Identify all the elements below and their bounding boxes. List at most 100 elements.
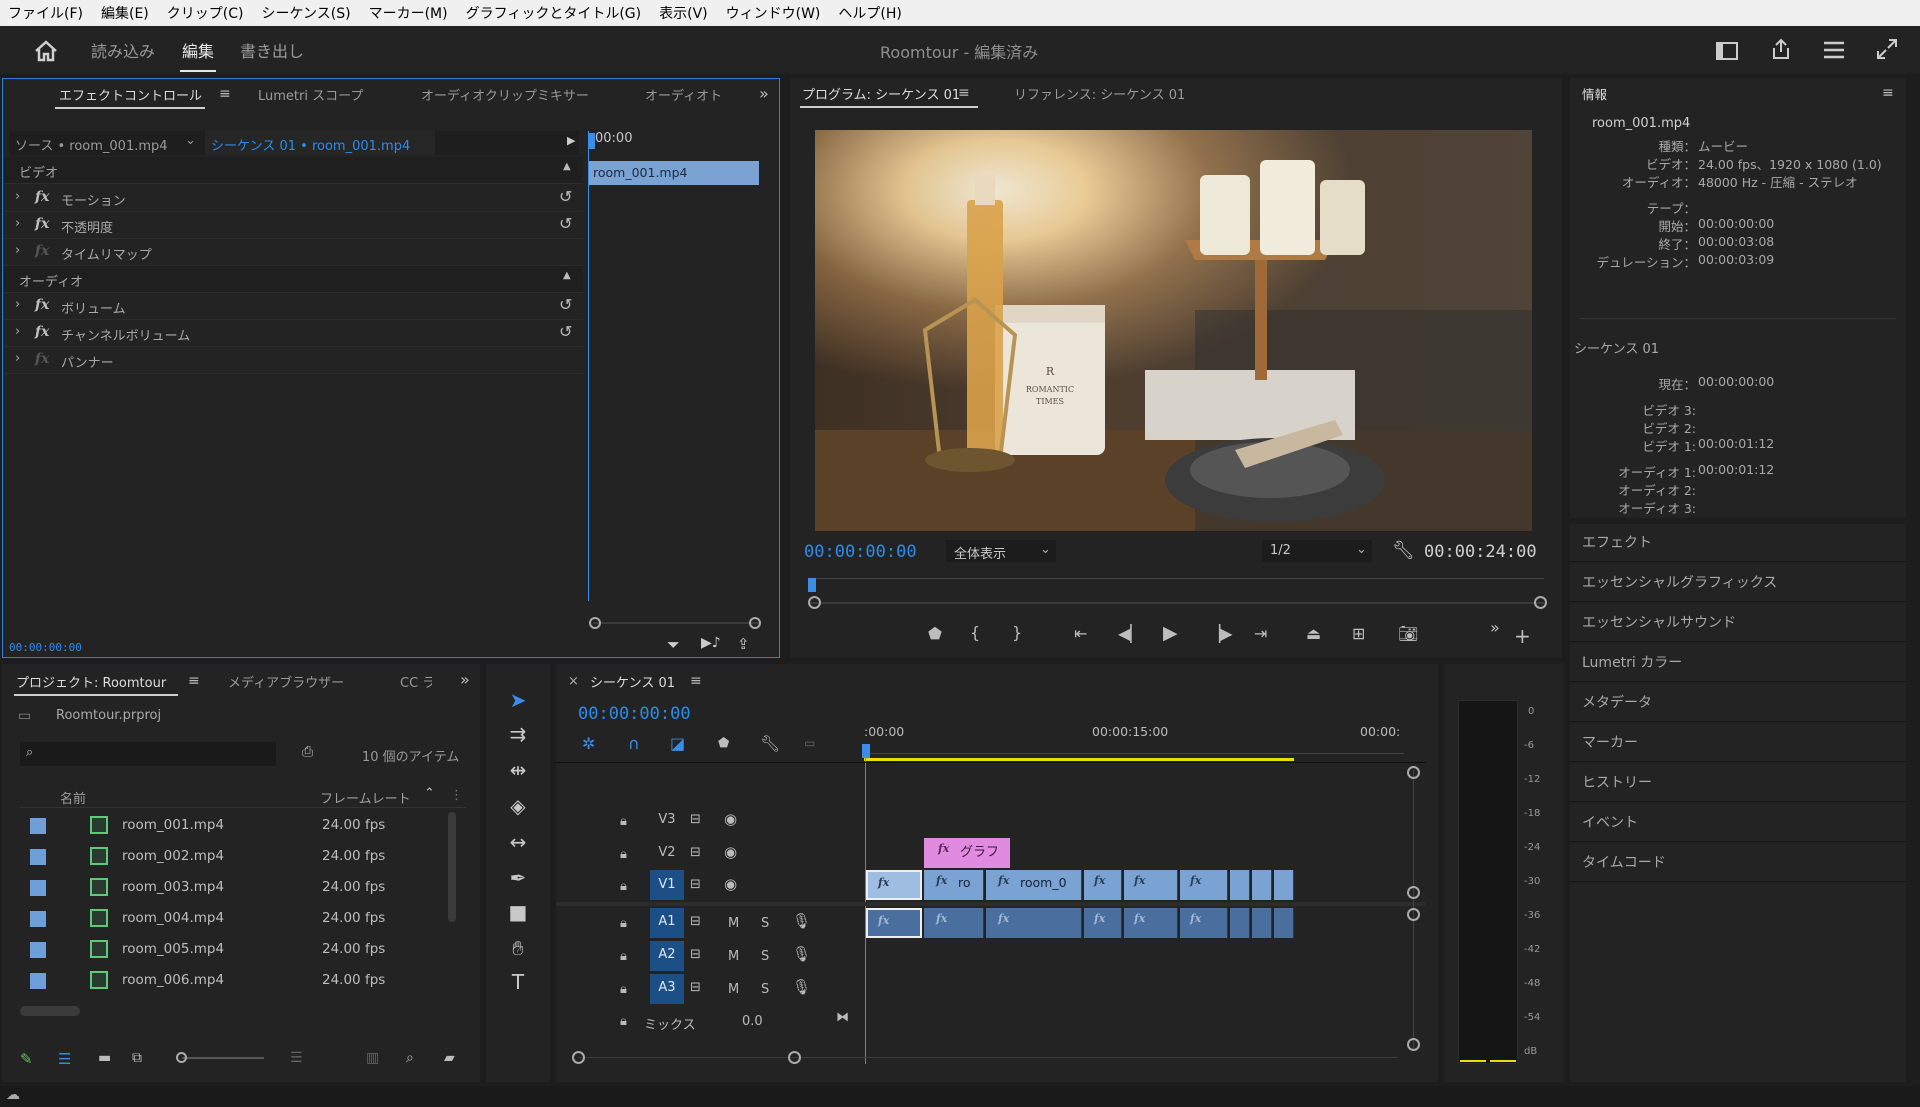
vertical-scrollbar[interactable] <box>448 812 456 922</box>
add-marker-icon[interactable]: ⬟ <box>928 624 942 643</box>
menu-sequence[interactable]: シーケンス(S) <box>261 3 350 23</box>
track-select-tool-icon[interactable]: ⇉ <box>500 722 536 752</box>
tab-sequence[interactable]: シーケンス 01 <box>590 672 675 691</box>
filter-icon[interactable]: ⏷ <box>667 635 680 655</box>
label-color-swatch[interactable] <box>30 818 46 834</box>
label-color-swatch[interactable] <box>30 911 46 927</box>
project-item[interactable]: room_006.mp4 24.00 fps <box>20 965 450 995</box>
title-clip[interactable]: fx グラフ <box>924 838 1010 868</box>
project-item[interactable]: room_001.mp4 24.00 fps <box>20 810 450 840</box>
reset-icon[interactable]: ↺ <box>559 214 572 233</box>
label-color-swatch[interactable] <box>30 942 46 958</box>
zoom-handle-left[interactable] <box>572 1051 585 1064</box>
panel-menu-icon[interactable]: ≡ <box>219 86 231 102</box>
project-item[interactable]: room_005.mp4 24.00 fps <box>20 934 450 964</box>
track-a2[interactable]: A2 <box>650 947 684 962</box>
tab-cc-libraries[interactable]: CC ラ <box>400 672 432 691</box>
sync-lock-icon[interactable]: ⊟ <box>690 914 701 929</box>
panel-menu-icon[interactable]: ≡ <box>1882 85 1894 101</box>
linked-selection-icon[interactable]: ◪ <box>670 734 685 753</box>
tab-project[interactable]: プロジェクト: Roomtour <box>16 672 166 691</box>
wrench-icon[interactable]: 🔧︎ <box>760 734 780 753</box>
zoom-scroll[interactable] <box>593 622 759 624</box>
panel-layout-icon[interactable] <box>1716 42 1738 60</box>
microphone-icon[interactable]: 🎙︎ <box>792 945 811 963</box>
video-clip[interactable]: fx <box>866 870 922 900</box>
fx-icon[interactable]: fx <box>35 189 49 205</box>
export-frame-icon[interactable]: 📷︎ <box>1398 624 1418 643</box>
video-clip[interactable] <box>1230 870 1250 900</box>
more-tabs-icon[interactable]: » <box>460 670 470 689</box>
effect-row-time-remap[interactable]: › fx タイムリマップ <box>3 239 583 266</box>
step-forward-icon[interactable]: ▕▶ <box>1208 624 1233 643</box>
tab-program[interactable]: プログラム: シーケンス 01 <box>802 84 960 103</box>
sync-lock-icon[interactable]: ⊟ <box>690 947 701 962</box>
ripple-edit-tool-icon[interactable]: ⇹ <box>500 758 536 788</box>
label-color-swatch[interactable] <box>30 849 46 865</box>
effect-timecode[interactable]: 00:00:00:00 <box>9 641 82 654</box>
project-item[interactable]: room_003.mp4 24.00 fps <box>20 872 450 902</box>
column-more[interactable]: ⋮ <box>450 788 463 803</box>
program-zoom-bar[interactable] <box>810 602 1544 604</box>
solo-button[interactable]: S <box>761 916 769 931</box>
lift-icon[interactable]: ⏏ <box>1306 624 1321 643</box>
track-a3[interactable]: A3 <box>650 980 684 995</box>
tab-media-browser[interactable]: メディアブラウザー <box>228 672 344 691</box>
label-color-swatch[interactable] <box>30 880 46 896</box>
sync-lock-icon[interactable]: ⊟ <box>690 845 701 860</box>
scroll-handle-right[interactable] <box>749 617 761 629</box>
video-clip[interactable] <box>1274 870 1294 900</box>
resolution-select[interactable]: 1/2 ⌄ <box>1262 540 1372 562</box>
razor-tool-icon[interactable]: ◈ <box>500 794 536 824</box>
reset-icon[interactable]: ↺ <box>559 322 572 341</box>
audio-clip[interactable]: fx <box>986 908 1082 938</box>
horizontal-zoom-bar[interactable] <box>578 1057 1398 1058</box>
panel-menu-icon[interactable]: ≡ <box>958 85 970 101</box>
lock-icon[interactable]: 🔒︎ <box>620 814 627 829</box>
mini-playhead[interactable] <box>589 133 595 149</box>
fx-icon[interactable]: fx <box>35 216 49 232</box>
expand-chevron-icon[interactable]: › <box>15 297 20 312</box>
panel-timecode[interactable]: タイムコード <box>1570 844 1906 882</box>
lock-icon[interactable]: 🔒︎ <box>620 916 627 931</box>
audio-clip[interactable] <box>1274 908 1294 938</box>
program-ruler[interactable] <box>810 578 1544 579</box>
project-item[interactable]: room_004.mp4 24.00 fps <box>20 903 450 933</box>
collapse-icon[interactable]: ▲ <box>563 270 571 281</box>
go-to-in-icon[interactable]: ⇤ <box>1074 624 1087 643</box>
step-back-icon[interactable]: ◀▏ <box>1118 624 1143 643</box>
panel-history[interactable]: ヒストリー <box>1570 764 1906 802</box>
play-only-audio-icon[interactable]: ▶ <box>567 134 575 147</box>
expand-chevron-icon[interactable]: › <box>15 324 20 339</box>
panel-events[interactable]: イベント <box>1570 804 1906 842</box>
captions-icon[interactable]: ▭ <box>804 736 815 750</box>
fullscreen-icon[interactable] <box>1876 38 1898 60</box>
horizontal-scrollbar[interactable] <box>20 1006 80 1016</box>
creative-cloud-icon[interactable]: ☁ <box>6 1087 20 1103</box>
program-timecode[interactable]: 00:00:00:00 <box>804 542 917 562</box>
close-tab-icon[interactable]: × <box>568 674 579 689</box>
eye-icon[interactable]: ◉ <box>724 875 737 893</box>
video-clip[interactable] <box>1252 870 1272 900</box>
lock-icon[interactable]: 🔒︎ <box>620 949 627 964</box>
add-button-icon[interactable]: + <box>1514 624 1531 648</box>
audio-clip[interactable] <box>1230 908 1250 938</box>
play-icon[interactable]: ▶ <box>1163 622 1178 644</box>
type-tool-icon[interactable]: T <box>500 970 536 1000</box>
effect-row-channel-volume[interactable]: › fx チャンネルボリューム ↺ <box>3 320 583 347</box>
sync-lock-icon[interactable]: ⊟ <box>690 980 701 995</box>
track-v1[interactable]: V1 <box>650 877 684 892</box>
play-audio-icon[interactable]: ▶♪ <box>701 635 721 651</box>
menu-file[interactable]: ファイル(F) <box>8 3 83 23</box>
sequence-clip-label[interactable]: シーケンス 01 • room_001.mp4 <box>211 135 410 154</box>
list-view-icon[interactable]: ☰ <box>58 1050 71 1068</box>
tab-audio-clip-mixer[interactable]: オーディオクリップミキサー <box>421 85 589 104</box>
video-clip[interactable]: fx ro <box>924 870 984 900</box>
mix-expand-icon[interactable]: ⧓ <box>836 1010 849 1025</box>
fx-icon[interactable]: fx <box>35 324 49 340</box>
zoom-handle-right[interactable] <box>788 1051 801 1064</box>
menu-help[interactable]: ヘルプ(H) <box>838 3 901 23</box>
lock-icon[interactable]: 🔒︎ <box>620 982 627 997</box>
find-icon[interactable]: ⌕ <box>406 1050 414 1066</box>
share-icon[interactable] <box>1770 38 1792 60</box>
